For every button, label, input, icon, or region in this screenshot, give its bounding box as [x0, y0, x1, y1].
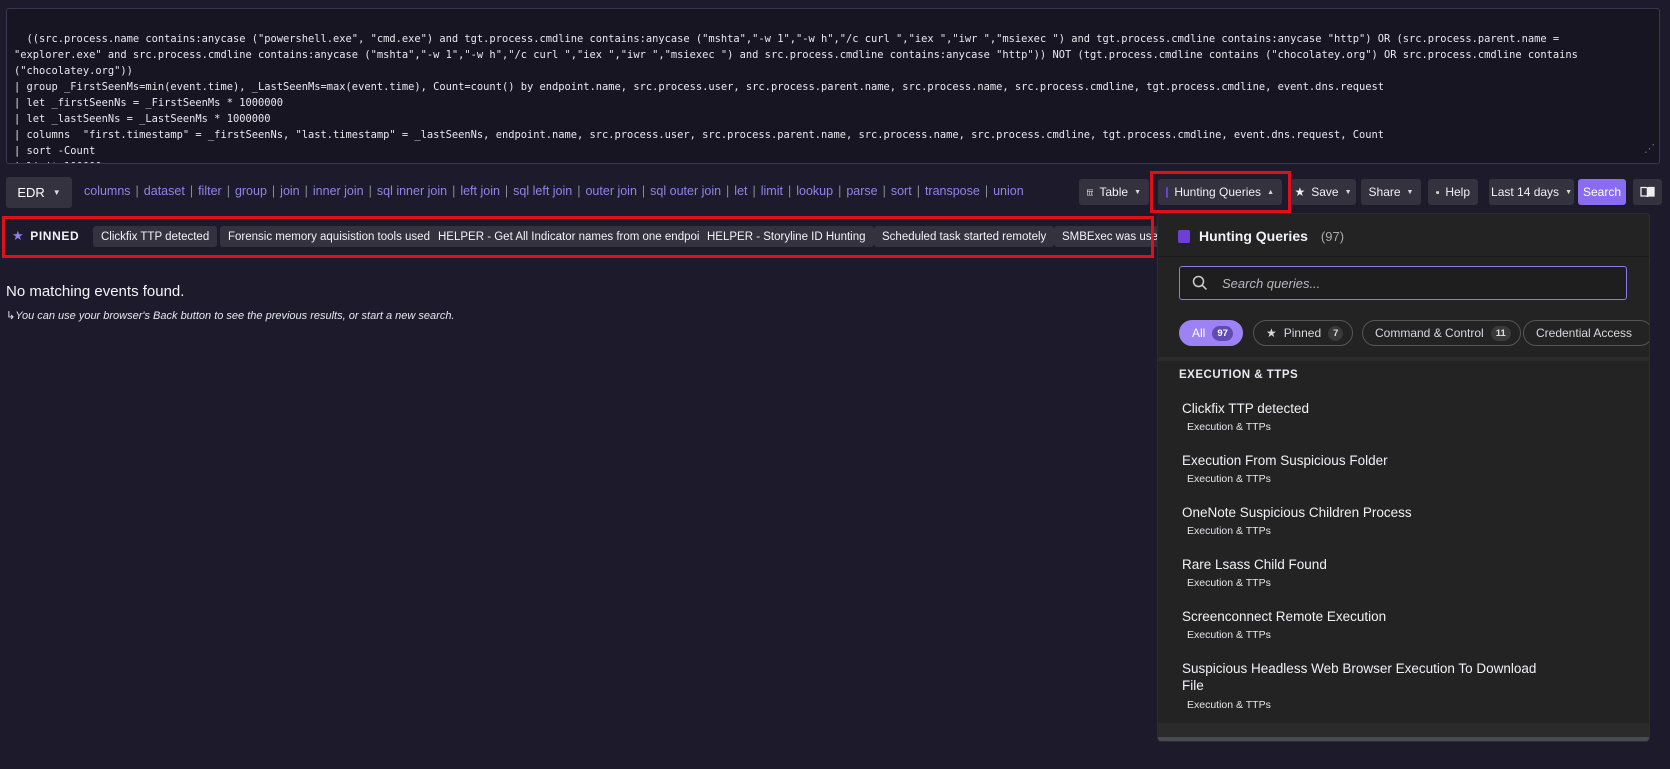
- cmd-link-sql-left-join[interactable]: sql left join: [513, 184, 572, 198]
- query-category: Execution & TTPs: [1187, 629, 1271, 641]
- command-links: columns | dataset | filter | group | join | inner …: [84, 184, 1024, 198]
- chevron-up-icon: ▲: [1267, 188, 1274, 196]
- cmd-link-sql-outer-join[interactable]: sql outer join: [650, 184, 721, 198]
- query-search-input[interactable]: [1220, 274, 1604, 292]
- search-button[interactable]: Search: [1578, 179, 1626, 205]
- resize-grip-icon[interactable]: ⋰: [1641, 143, 1655, 159]
- query-editor[interactable]: ((src.process.name contains:anycase ("po…: [6, 8, 1660, 164]
- cmd-link-limit[interactable]: limit: [761, 184, 783, 198]
- query-category: Execution & TTPs: [1187, 421, 1271, 433]
- cmd-link-join[interactable]: join: [280, 184, 299, 198]
- filter-chip-command-control[interactable]: Command & Control 11: [1362, 320, 1521, 346]
- panel-count: (97): [1320, 228, 1345, 244]
- query-category: Execution & TTPs: [1187, 699, 1271, 711]
- hunting-queries-label: Hunting Queries: [1174, 185, 1262, 199]
- back-button-hint: ↳You can use your browser's Back button …: [6, 310, 455, 322]
- pinned-chip[interactable]: Scheduled task started remotely: [874, 226, 1055, 247]
- query-category: Execution & TTPs: [1187, 525, 1271, 537]
- query-name: Clickfix TTP detected: [1182, 401, 1310, 416]
- search-icon: [1192, 275, 1208, 291]
- chevron-down-icon: ▼: [1134, 188, 1141, 196]
- hunting-queries-panel: Hunting Queries (97) All 97 ★ Pinned 7 C…: [1158, 214, 1649, 741]
- divider: [1158, 256, 1649, 257]
- query-search-box[interactable]: [1179, 266, 1627, 300]
- section-title: EXECUTION & TTPS: [1179, 369, 1299, 381]
- query-name: Suspicious Headless Web Browser Executio…: [1182, 661, 1537, 693]
- book-icon: [1640, 186, 1655, 198]
- datasource-select[interactable]: EDR ▼: [6, 177, 72, 208]
- star-icon: ★: [12, 228, 25, 243]
- cmd-link-dataset[interactable]: dataset: [144, 184, 185, 198]
- chevron-down-icon: ▼: [52, 188, 61, 197]
- cmd-link-parse[interactable]: parse: [846, 184, 877, 198]
- query-name: Rare Lsass Child Found: [1182, 557, 1327, 572]
- search-label: Search: [1582, 185, 1622, 199]
- chevron-down-icon: ▼: [1344, 188, 1352, 196]
- hunting-queries-icon: [1178, 229, 1190, 243]
- help-label: Help: [1445, 185, 1470, 199]
- chevron-down-icon: ▼: [1565, 188, 1572, 196]
- save-label: Save: [1311, 185, 1339, 199]
- cmd-link-let[interactable]: let: [734, 184, 747, 198]
- star-icon: ★: [1294, 185, 1306, 199]
- cmd-link-group[interactable]: group: [235, 184, 267, 198]
- save-button[interactable]: ★ Save ▼: [1290, 179, 1356, 205]
- panel-title: Hunting Queries: [1199, 228, 1308, 244]
- pinned-queries-bar: ★ PINNED Clickfix TTP detected Forensic …: [4, 218, 1173, 252]
- pinned-chip[interactable]: HELPER - Storyline ID Hunting: [699, 226, 874, 247]
- cmd-link-sql-inner-join[interactable]: sql inner join: [377, 184, 447, 198]
- cmd-link-transpose[interactable]: transpose: [925, 184, 980, 198]
- count-badge: 97: [1212, 325, 1233, 341]
- query-name: Screenconnect Remote Execution: [1182, 609, 1387, 624]
- share-label: Share: [1368, 185, 1401, 199]
- query-name: Execution From Suspicious Folder: [1182, 453, 1388, 468]
- datasource-label: EDR: [17, 185, 45, 200]
- book-button[interactable]: [1633, 179, 1662, 205]
- cmd-link-inner-join[interactable]: inner join: [313, 184, 364, 198]
- query-toolbar: EDR ▼ columns | dataset | filter | group | join |…: [0, 177, 1670, 209]
- panel-scroll-footer: [1158, 723, 1649, 741]
- filter-chip-pinned[interactable]: ★ Pinned 7: [1253, 320, 1354, 346]
- cmd-link-outer-join[interactable]: outer join: [585, 184, 636, 198]
- table-view-label: Table: [1099, 185, 1129, 199]
- hunting-queries-button[interactable]: Hunting Queries ▲: [1158, 179, 1282, 205]
- cmd-link-left-join[interactable]: left join: [460, 184, 500, 198]
- cmd-link-union[interactable]: union: [993, 184, 1024, 198]
- cmd-link-filter[interactable]: filter: [198, 184, 222, 198]
- pinned-chip[interactable]: HELPER - Get All Indicator names from on…: [430, 226, 718, 247]
- query-category: Execution & TTPs: [1187, 473, 1271, 485]
- filter-chip-credential-access[interactable]: Credential Access: [1523, 320, 1649, 346]
- cmd-link-lookup[interactable]: lookup: [796, 184, 833, 198]
- star-icon: ★: [1266, 326, 1277, 340]
- pinned-chip[interactable]: Clickfix TTP detected: [93, 226, 218, 247]
- count-badge: 7: [1328, 325, 1344, 341]
- panel-header: Hunting Queries (97): [1178, 228, 1344, 244]
- query-category: Execution & TTPs: [1187, 577, 1271, 589]
- query-name: OneNote Suspicious Children Process: [1182, 505, 1412, 520]
- help-button[interactable]: ? Help: [1428, 179, 1478, 205]
- help-icon: ?: [1436, 190, 1440, 194]
- filter-chip-all[interactable]: All 97: [1179, 320, 1243, 346]
- pinned-chip[interactable]: Forensic memory aquisistion tools used: [220, 226, 438, 247]
- cmd-link-columns[interactable]: columns: [84, 184, 131, 198]
- hunting-queries-icon: [1166, 186, 1169, 198]
- table-icon: [1087, 189, 1094, 195]
- time-range-select[interactable]: Last 14 days ▼: [1489, 179, 1574, 205]
- time-range-label: Last 14 days: [1491, 185, 1560, 199]
- pinned-label: ★ PINNED: [12, 228, 80, 243]
- cmd-link-sort[interactable]: sort: [891, 184, 912, 198]
- query-text[interactable]: ((src.process.name contains:anycase ("po…: [14, 33, 1584, 163]
- no-results-message: No matching events found.: [6, 283, 185, 300]
- count-badge: 11: [1490, 325, 1511, 341]
- section-divider: [1158, 357, 1649, 361]
- table-view-button[interactable]: Table ▼: [1079, 179, 1149, 205]
- chevron-down-icon: ▼: [1406, 188, 1414, 196]
- share-button[interactable]: Share ▼: [1361, 179, 1421, 205]
- pinned-chip[interactable]: SMBExec was used: [1054, 226, 1173, 247]
